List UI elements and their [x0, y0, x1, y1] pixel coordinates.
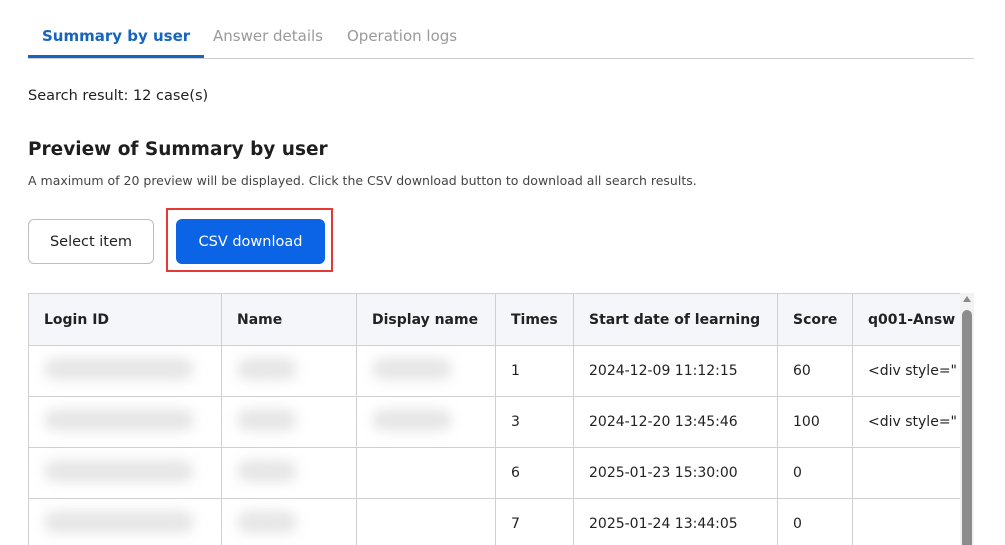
display-name-cell-redacted — [356, 396, 496, 448]
search-result-count: Search result: 12 case(s) — [28, 88, 209, 104]
column-header-start-date: Start date of learning — [573, 293, 778, 346]
tab-operation-logs[interactable]: Operation logs — [347, 20, 457, 57]
preview-table-container: Login ID Name Display name Times Start d… — [28, 293, 960, 545]
table-row: 7 2025-01-24 13:44:05 0 — [28, 498, 960, 545]
score-cell: 60 — [777, 345, 853, 397]
table-header-row: Login ID Name Display name Times Start d… — [28, 293, 960, 346]
login-id-cell-redacted — [28, 396, 222, 448]
login-id-cell-redacted — [28, 447, 222, 499]
table-row: 1 2024-12-09 11:12:15 60 <div style=" — [28, 345, 960, 397]
redacted-blur — [44, 409, 194, 431]
column-header-login-id: Login ID — [28, 293, 222, 346]
name-cell-redacted — [221, 396, 357, 448]
display-name-cell-redacted — [356, 447, 496, 499]
table-row: 3 2024-12-20 13:45:46 100 <div style=" — [28, 396, 960, 448]
tab-summary-by-user[interactable]: Summary by user — [28, 20, 205, 58]
times-cell: 3 — [495, 396, 574, 448]
login-id-cell-redacted — [28, 345, 222, 397]
preview-table: Login ID Name Display name Times Start d… — [28, 293, 960, 545]
display-name-cell-redacted — [356, 498, 496, 545]
preview-note: A maximum of 20 preview will be displaye… — [28, 173, 697, 188]
name-cell-redacted — [221, 447, 357, 499]
redacted-blur — [372, 409, 452, 431]
tab-bar: Summary by user Answer details Operation… — [28, 20, 974, 59]
page: Summary by user Answer details Operation… — [0, 0, 1005, 545]
tab-answer-details[interactable]: Answer details — [213, 20, 323, 57]
column-header-display-name: Display name — [356, 293, 496, 346]
csv-download-button[interactable]: CSV download — [176, 219, 325, 264]
table-row: 6 2025-01-23 15:30:00 0 — [28, 447, 960, 499]
q001-answer-cell — [852, 498, 960, 545]
column-header-q001-answer: q001-Answ — [852, 293, 960, 346]
score-cell: 0 — [777, 447, 853, 499]
q001-answer-cell — [852, 447, 960, 499]
times-cell: 7 — [495, 498, 574, 545]
column-header-name: Name — [221, 293, 357, 346]
score-cell: 100 — [777, 396, 853, 448]
preview-title: Preview of Summary by user — [28, 139, 328, 160]
redacted-blur — [44, 358, 194, 380]
display-name-cell-redacted — [356, 345, 496, 397]
name-cell-redacted — [221, 345, 357, 397]
redacted-blur — [44, 511, 194, 533]
q001-answer-cell: <div style=" — [852, 345, 960, 397]
score-cell: 0 — [777, 498, 853, 545]
q001-answer-cell: <div style=" — [852, 396, 960, 448]
times-cell: 6 — [495, 447, 574, 499]
redacted-blur — [44, 460, 194, 482]
column-header-score: Score — [777, 293, 853, 346]
times-cell: 1 — [495, 345, 574, 397]
scrollbar-thumb[interactable] — [962, 310, 972, 545]
column-header-times: Times — [495, 293, 574, 346]
redacted-blur — [237, 409, 297, 431]
select-item-button[interactable]: Select item — [28, 219, 154, 264]
start-date-cell: 2025-01-23 15:30:00 — [573, 447, 778, 499]
redacted-blur — [237, 460, 297, 482]
table-scrollbar[interactable] — [960, 293, 974, 545]
start-date-cell: 2025-01-24 13:44:05 — [573, 498, 778, 545]
login-id-cell-redacted — [28, 498, 222, 545]
name-cell-redacted — [221, 498, 357, 545]
scroll-up-arrow-icon[interactable] — [963, 296, 971, 302]
redacted-blur — [372, 358, 452, 380]
start-date-cell: 2024-12-09 11:12:15 — [573, 345, 778, 397]
redacted-blur — [237, 511, 297, 533]
start-date-cell: 2024-12-20 13:45:46 — [573, 396, 778, 448]
redacted-blur — [237, 358, 297, 380]
